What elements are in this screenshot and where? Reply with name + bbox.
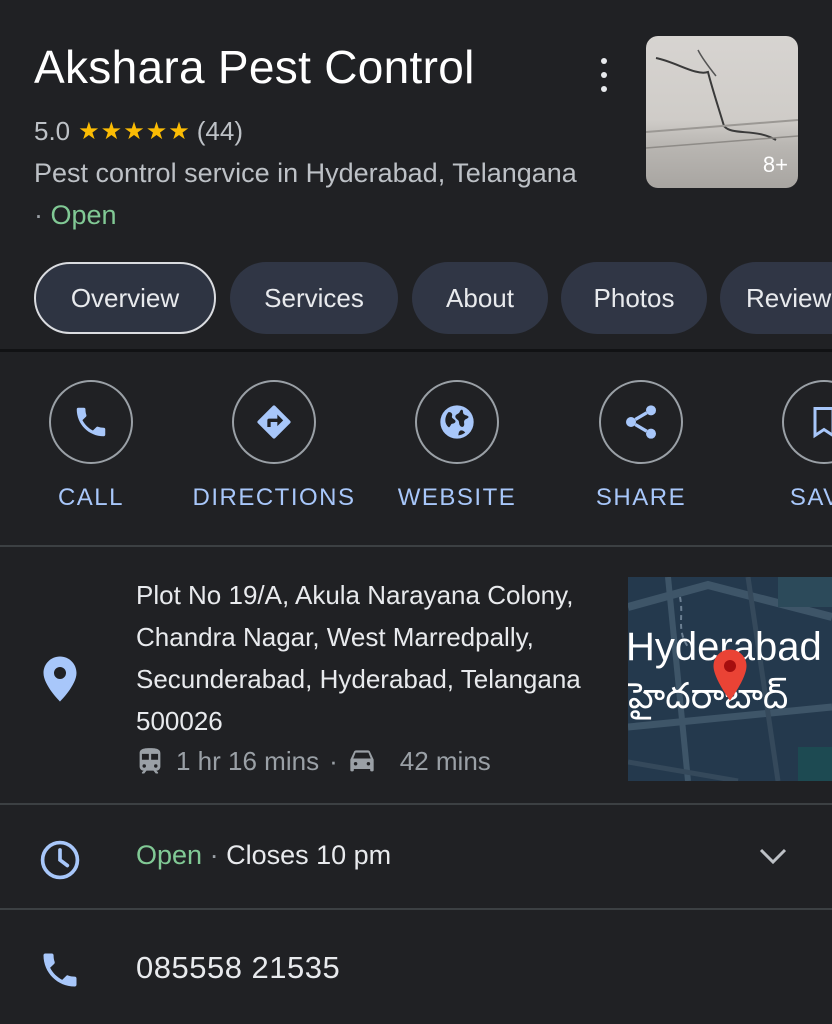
more-options-icon[interactable] xyxy=(588,58,620,92)
call-circle xyxy=(49,380,133,464)
tabs-divider xyxy=(0,349,832,352)
tab-photos[interactable]: Photos xyxy=(561,262,707,334)
save-button[interactable]: SAVE xyxy=(734,380,832,512)
travel-times: 1 hr 16 mins · 42 mins xyxy=(136,746,491,777)
address-text[interactable]: Plot No 19/A, Akula Narayana Colony, Cha… xyxy=(136,574,596,742)
map-pin-icon xyxy=(713,649,747,701)
travel-separator: · xyxy=(329,746,338,776)
action-buttons: CALL DIRECTIONS WEBSITE SHARE SA xyxy=(0,380,832,520)
clock-icon xyxy=(40,840,80,880)
actions-divider xyxy=(0,545,832,547)
tab-reviews[interactable]: Reviews xyxy=(720,262,832,334)
review-count[interactable]: (44) xyxy=(197,116,243,147)
tab-services[interactable]: Services xyxy=(230,262,398,334)
status-separator: · xyxy=(34,200,43,230)
photo-count-badge: 8+ xyxy=(762,152,788,177)
directions-button[interactable]: DIRECTIONS xyxy=(184,380,364,512)
map-city-label-local: హైదరాబాద్ xyxy=(628,675,789,716)
place-photo-thumbnail[interactable]: 8+ xyxy=(646,36,798,188)
share-circle xyxy=(599,380,683,464)
map-thumbnail[interactable]: Hyderabad హైదరాబాద్ xyxy=(628,577,832,781)
website-circle xyxy=(415,380,499,464)
rating-summary[interactable]: 5.0 ★★★★★ (44) xyxy=(34,116,243,147)
hours-open-status: Open xyxy=(136,840,203,870)
bookmark-icon xyxy=(813,407,832,439)
phone-row-icon xyxy=(43,953,77,987)
website-label: WEBSITE xyxy=(397,484,517,511)
tab-overview[interactable]: Overview xyxy=(34,262,216,334)
train-icon xyxy=(139,747,161,774)
phone-number[interactable]: 085558 21535 xyxy=(136,950,340,986)
tab-about[interactable]: About xyxy=(412,262,548,334)
rating-value: 5.0 xyxy=(34,116,71,146)
directions-circle xyxy=(232,380,316,464)
transit-time: 1 hr 16 mins xyxy=(176,746,320,776)
call-label: CALL xyxy=(57,484,125,511)
drive-time: 42 mins xyxy=(399,746,491,776)
globe-icon xyxy=(440,405,474,439)
share-label: SHARE xyxy=(595,484,687,511)
car-icon xyxy=(350,749,374,771)
hours-divider xyxy=(0,908,832,910)
place-category: Pest control service in Hyderabad, Telan… xyxy=(34,158,577,188)
location-pin-icon xyxy=(43,656,77,702)
open-status: · Open xyxy=(34,200,117,231)
phone-icon xyxy=(76,407,106,437)
call-button[interactable]: CALL xyxy=(1,380,181,512)
chevron-down-icon[interactable] xyxy=(758,846,788,866)
share-icon xyxy=(626,405,656,439)
directions-icon xyxy=(257,405,291,439)
save-label: SAVE xyxy=(789,484,832,511)
hours-closes: Closes 10 pm xyxy=(226,840,392,870)
address-divider xyxy=(0,803,832,805)
save-circle xyxy=(782,380,832,464)
star-rating-icon: ★★★★★ xyxy=(78,118,191,145)
hours-summary[interactable]: Open · Closes 10 pm xyxy=(136,840,391,871)
hours-separator: · xyxy=(209,840,219,870)
website-button[interactable]: WEBSITE xyxy=(367,380,547,512)
place-title: Akshara Pest Control xyxy=(34,41,475,93)
directions-label: DIRECTIONS xyxy=(192,484,356,511)
tab-bar: Overview Services About Photos Reviews xyxy=(0,260,832,340)
open-status-label: Open xyxy=(50,200,117,230)
share-button[interactable]: SHARE xyxy=(551,380,731,512)
